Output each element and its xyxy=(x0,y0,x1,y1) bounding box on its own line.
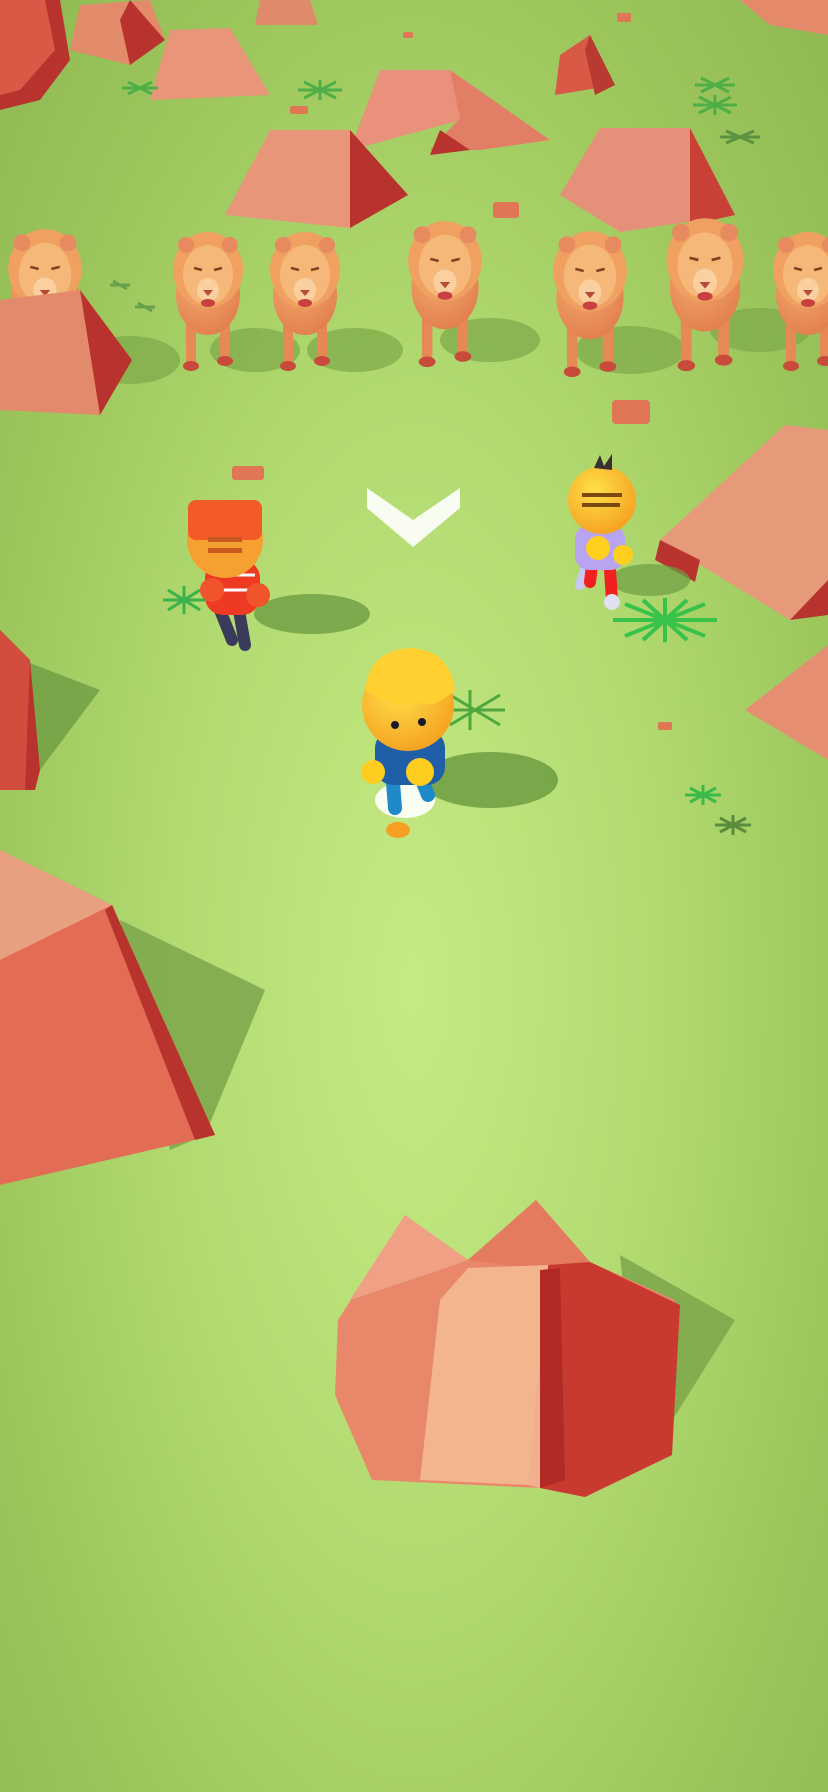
game-scene[interactable] xyxy=(0,0,828,1792)
player-runner xyxy=(361,648,558,838)
rock-formation xyxy=(225,130,408,228)
game-world xyxy=(0,0,828,1497)
rock-formation xyxy=(0,290,132,415)
grass-tuft xyxy=(163,586,205,614)
rock-formation xyxy=(0,630,100,790)
rock-formation xyxy=(70,0,165,65)
rock-formation xyxy=(350,70,550,155)
rival-runner-red xyxy=(163,500,370,651)
rock-formation xyxy=(655,425,828,620)
rock-formation xyxy=(0,0,70,110)
rock-formation xyxy=(555,35,615,95)
rock-formation xyxy=(335,1200,735,1497)
rock-formation xyxy=(255,0,318,25)
grass-tuft xyxy=(613,598,717,642)
lion xyxy=(773,232,828,371)
rock-formation xyxy=(745,645,828,760)
grass-tufts xyxy=(685,785,751,835)
rock-formation xyxy=(740,0,828,35)
grass-tuft xyxy=(445,690,505,730)
rock-formation xyxy=(150,28,270,100)
chevron-down-icon xyxy=(367,488,460,547)
rock-formation xyxy=(560,128,735,232)
rock-formation xyxy=(0,850,265,1185)
